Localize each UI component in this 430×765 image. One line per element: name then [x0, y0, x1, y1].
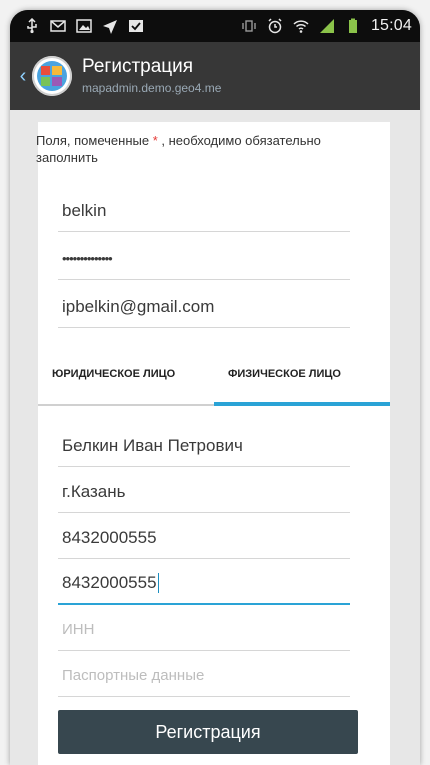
tab-legal-entity[interactable]: ЮРИДИЧЕСКОЕ ЛИЦО	[38, 358, 214, 406]
email-field[interactable]: ipbelkin@gmail.com	[58, 286, 350, 328]
entity-type-tabs: ЮРИДИЧЕСКОЕ ЛИЦО ФИЗИЧЕСКОЕ ЛИЦО	[38, 358, 390, 406]
register-button[interactable]: Регистрация	[58, 710, 358, 754]
text-cursor	[157, 573, 159, 593]
image-icon	[76, 18, 92, 34]
wifi-icon	[293, 18, 309, 34]
phone-screen: 15:04 ‹ Регистрация mapadmin.demo.geo4.m…	[10, 10, 420, 765]
check-icon	[128, 18, 144, 34]
username-field[interactable]: belkin	[58, 190, 350, 232]
alarm-icon	[267, 18, 283, 34]
inn-field[interactable]: ИНН	[58, 609, 350, 651]
battery-icon	[345, 18, 361, 34]
app-logo[interactable]	[32, 56, 72, 96]
content-area: Поля, помеченные * , необходимо обязател…	[10, 110, 420, 765]
globe-icon	[37, 61, 67, 91]
status-bar: 15:04	[10, 10, 420, 42]
app-bar-titles: Регистрация mapadmin.demo.geo4.me	[82, 56, 221, 96]
send-icon	[102, 18, 118, 34]
status-icons-left	[24, 17, 144, 34]
passport-field[interactable]: Паспортные данные	[58, 655, 350, 697]
phone-second-field[interactable]: 8432000555	[58, 563, 350, 605]
password-field[interactable]: ••••••••••••••	[58, 238, 350, 280]
tab-individual[interactable]: ФИЗИЧЕСКОЕ ЛИЦО	[214, 358, 390, 406]
city-field[interactable]: г.Казань	[58, 471, 350, 513]
phone-field[interactable]: 8432000555	[58, 517, 350, 559]
usb-icon	[24, 17, 40, 34]
screenshot-frame: 15:04 ‹ Регистрация mapadmin.demo.geo4.m…	[0, 0, 430, 765]
required-fields-note: Поля, помеченные * , необходимо обязател…	[36, 133, 321, 165]
signal-icon	[319, 18, 335, 34]
vibrate-icon	[241, 18, 257, 34]
clock-time: 15:04	[370, 17, 412, 34]
status-icons-right: 15:04	[241, 17, 412, 35]
chevron-left-icon[interactable]: ‹	[16, 65, 30, 88]
page-title: Регистрация	[82, 56, 194, 77]
full-name-field[interactable]: Белкин Иван Петрович	[58, 425, 350, 467]
site-domain: mapadmin.demo.geo4.me	[82, 81, 222, 95]
app-bar[interactable]: ‹ Регистрация mapadmin.demo.geo4.me	[10, 42, 420, 110]
mail-icon	[50, 18, 66, 34]
